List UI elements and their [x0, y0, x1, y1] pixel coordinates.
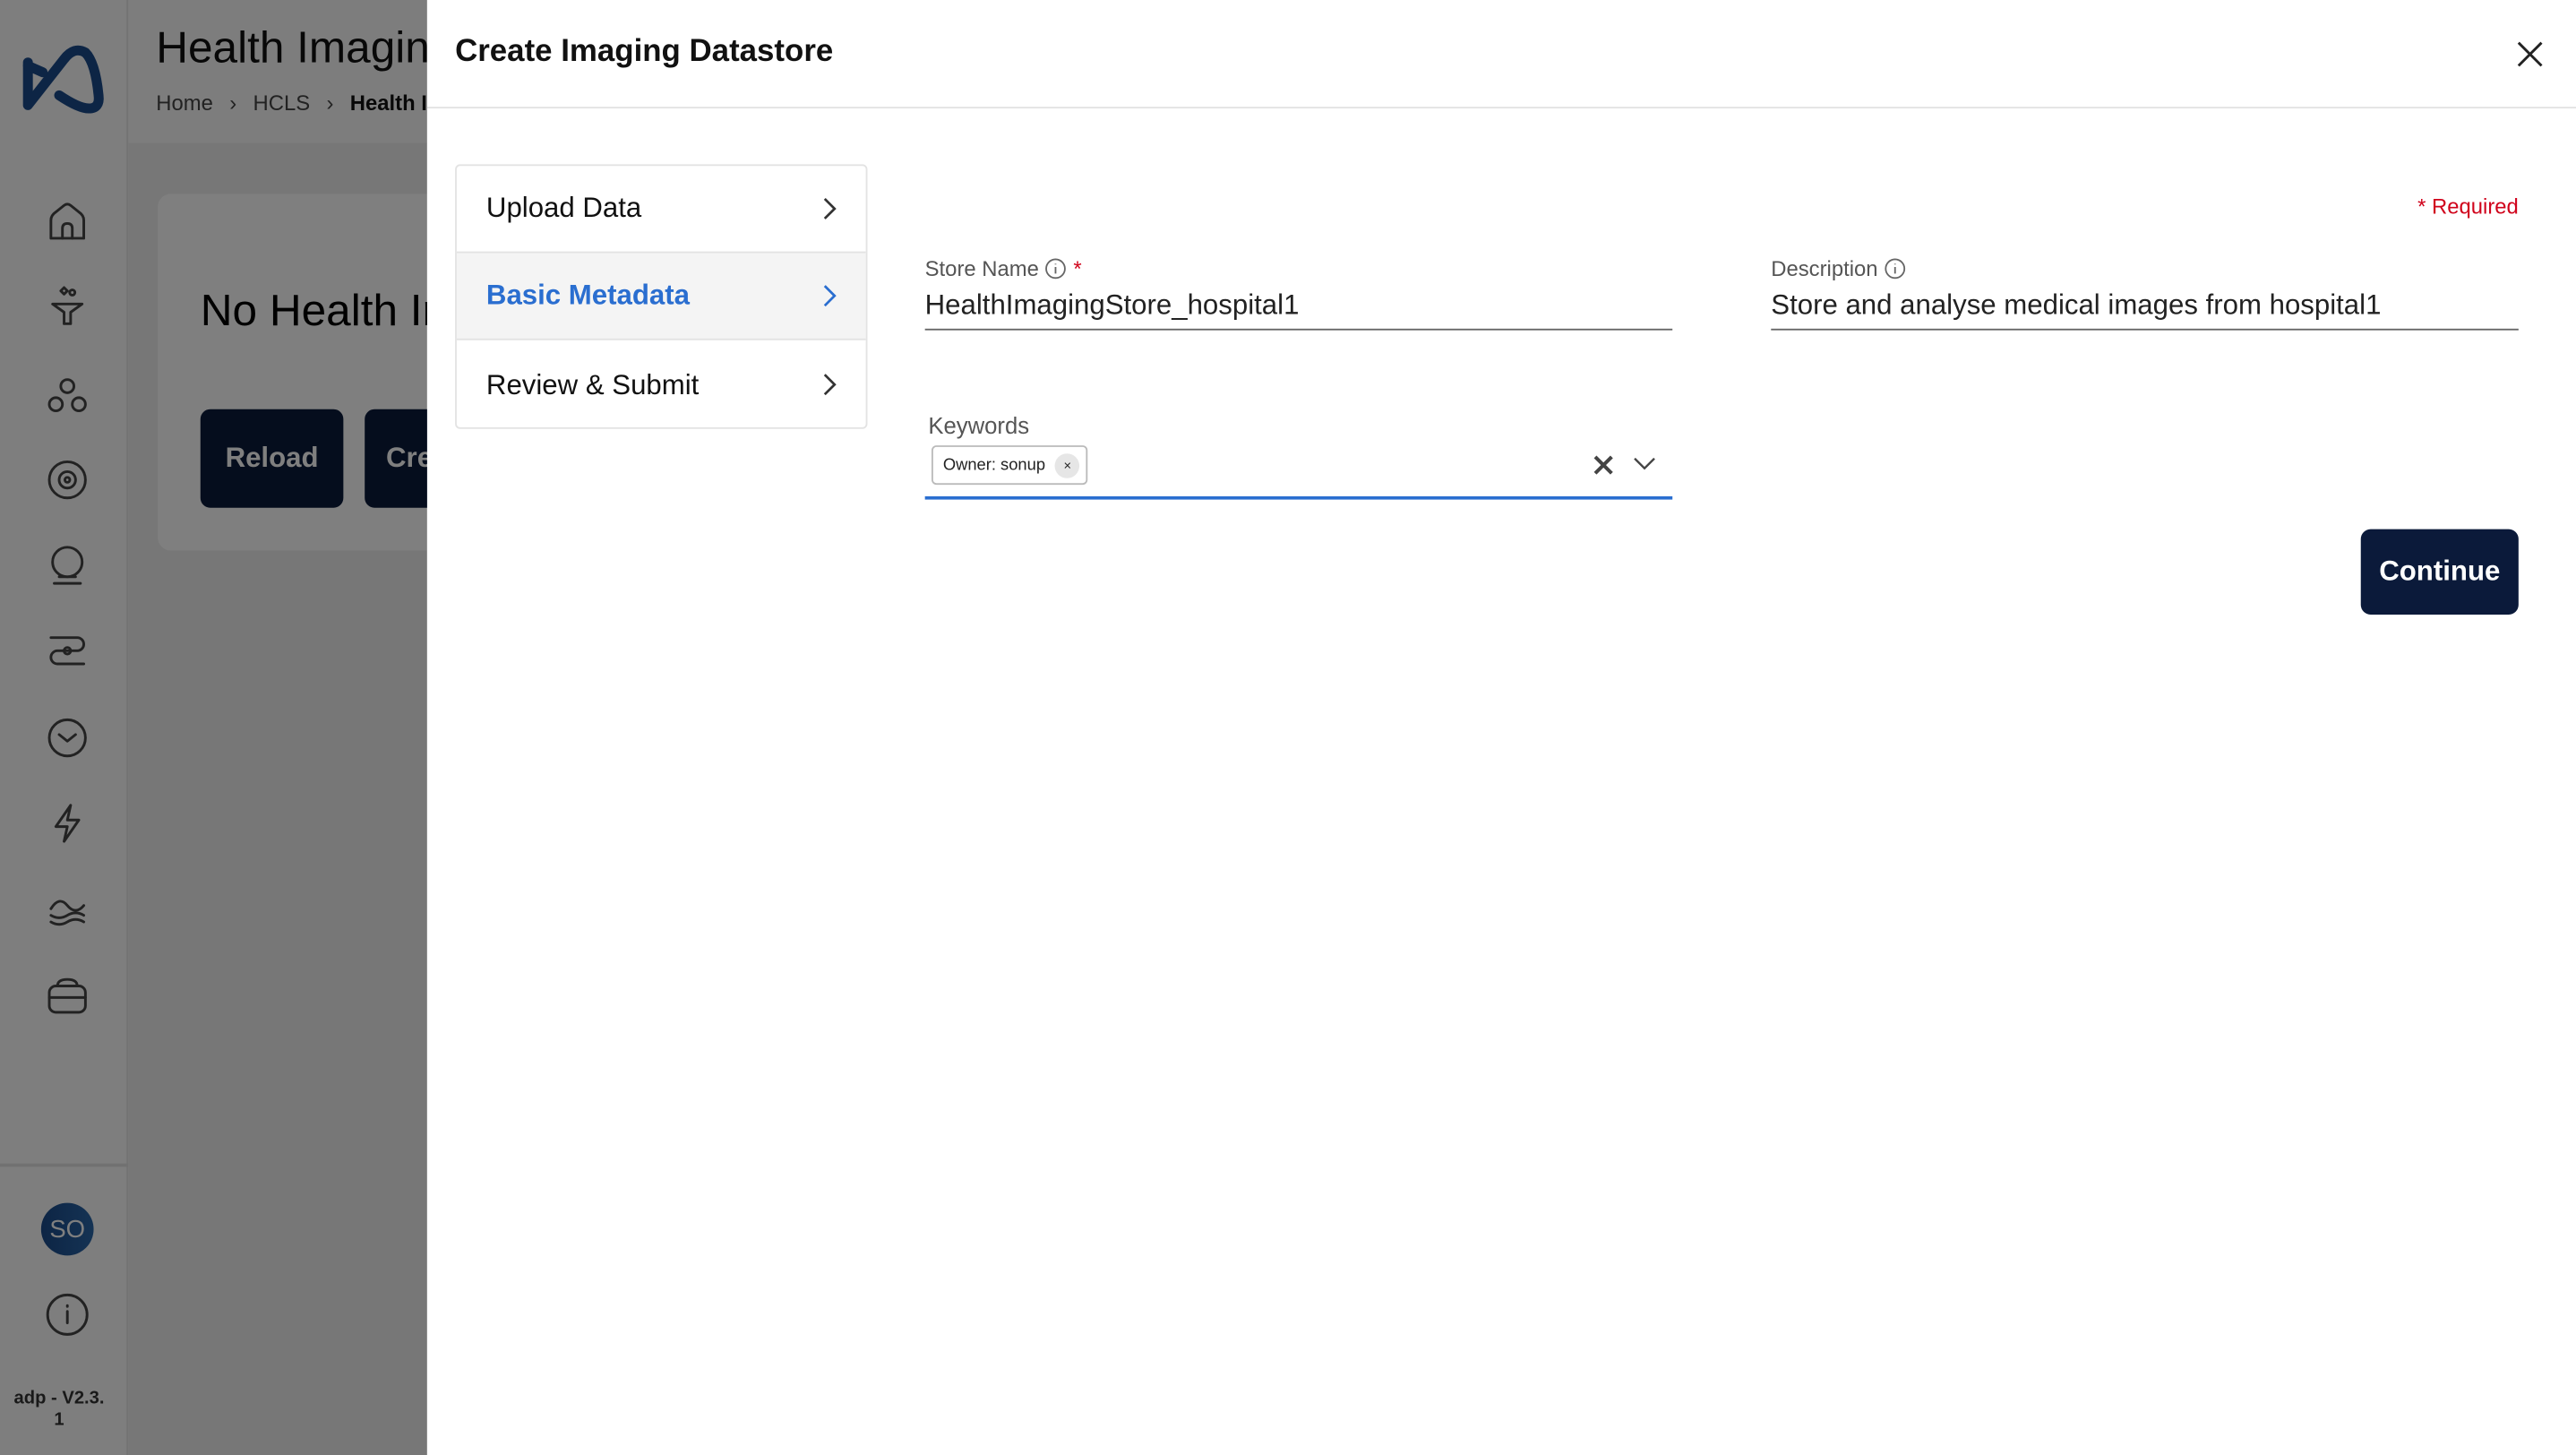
- keyword-chip-label: Owner: sonup: [942, 455, 1046, 475]
- continue-button[interactable]: Continue: [2360, 529, 2519, 615]
- drawer-header: Create Imaging Datastore: [426, 0, 2576, 109]
- step-review-submit[interactable]: Review & Submit: [457, 342, 866, 427]
- info-icon[interactable]: [1885, 258, 1906, 280]
- close-icon[interactable]: [2517, 41, 2543, 67]
- step-upload-data[interactable]: Upload Data: [456, 166, 866, 254]
- step-label: Review & Submit: [485, 368, 700, 400]
- modal-backdrop[interactable]: [0, 0, 427, 1455]
- chevron-right-icon: [823, 374, 837, 396]
- chip-remove-icon[interactable]: ×: [1055, 452, 1080, 478]
- step-label: Basic Metadata: [485, 279, 690, 311]
- store-name-label: Store Name: [924, 256, 1039, 281]
- store-name-input[interactable]: HealthImagingStore_hospital1: [924, 289, 1673, 331]
- chevron-down-icon[interactable]: [1633, 455, 1656, 471]
- stepper: Upload Data Basic Metadata Review & Subm…: [455, 164, 868, 429]
- chevron-right-icon: [823, 197, 837, 220]
- description-label: Description: [1771, 256, 1878, 281]
- drawer-title: Create Imaging Datastore: [455, 34, 834, 70]
- clear-icon[interactable]: [1593, 455, 1613, 475]
- create-datastore-drawer: Create Imaging Datastore Upload Data Bas…: [426, 0, 2576, 1455]
- keyword-chip: Owner: sonup ×: [931, 445, 1088, 486]
- info-icon[interactable]: [1045, 258, 1067, 280]
- description-input[interactable]: Store and analyse medical images from ho…: [1771, 289, 2519, 331]
- description-field: Description Store and analyse medical im…: [1771, 256, 2519, 331]
- step-basic-metadata[interactable]: Basic Metadata: [456, 253, 866, 340]
- required-asterisk: *: [1073, 256, 1082, 281]
- required-note: * Required: [2417, 194, 2519, 219]
- keywords-label: Keywords: [928, 412, 1030, 439]
- step-label: Upload Data: [485, 192, 642, 224]
- chevron-right-icon: [823, 285, 837, 307]
- keywords-select[interactable]: Owner: sonup ×: [924, 441, 1673, 500]
- store-name-field: Store Name * HealthImagingStore_hospital…: [924, 256, 1673, 331]
